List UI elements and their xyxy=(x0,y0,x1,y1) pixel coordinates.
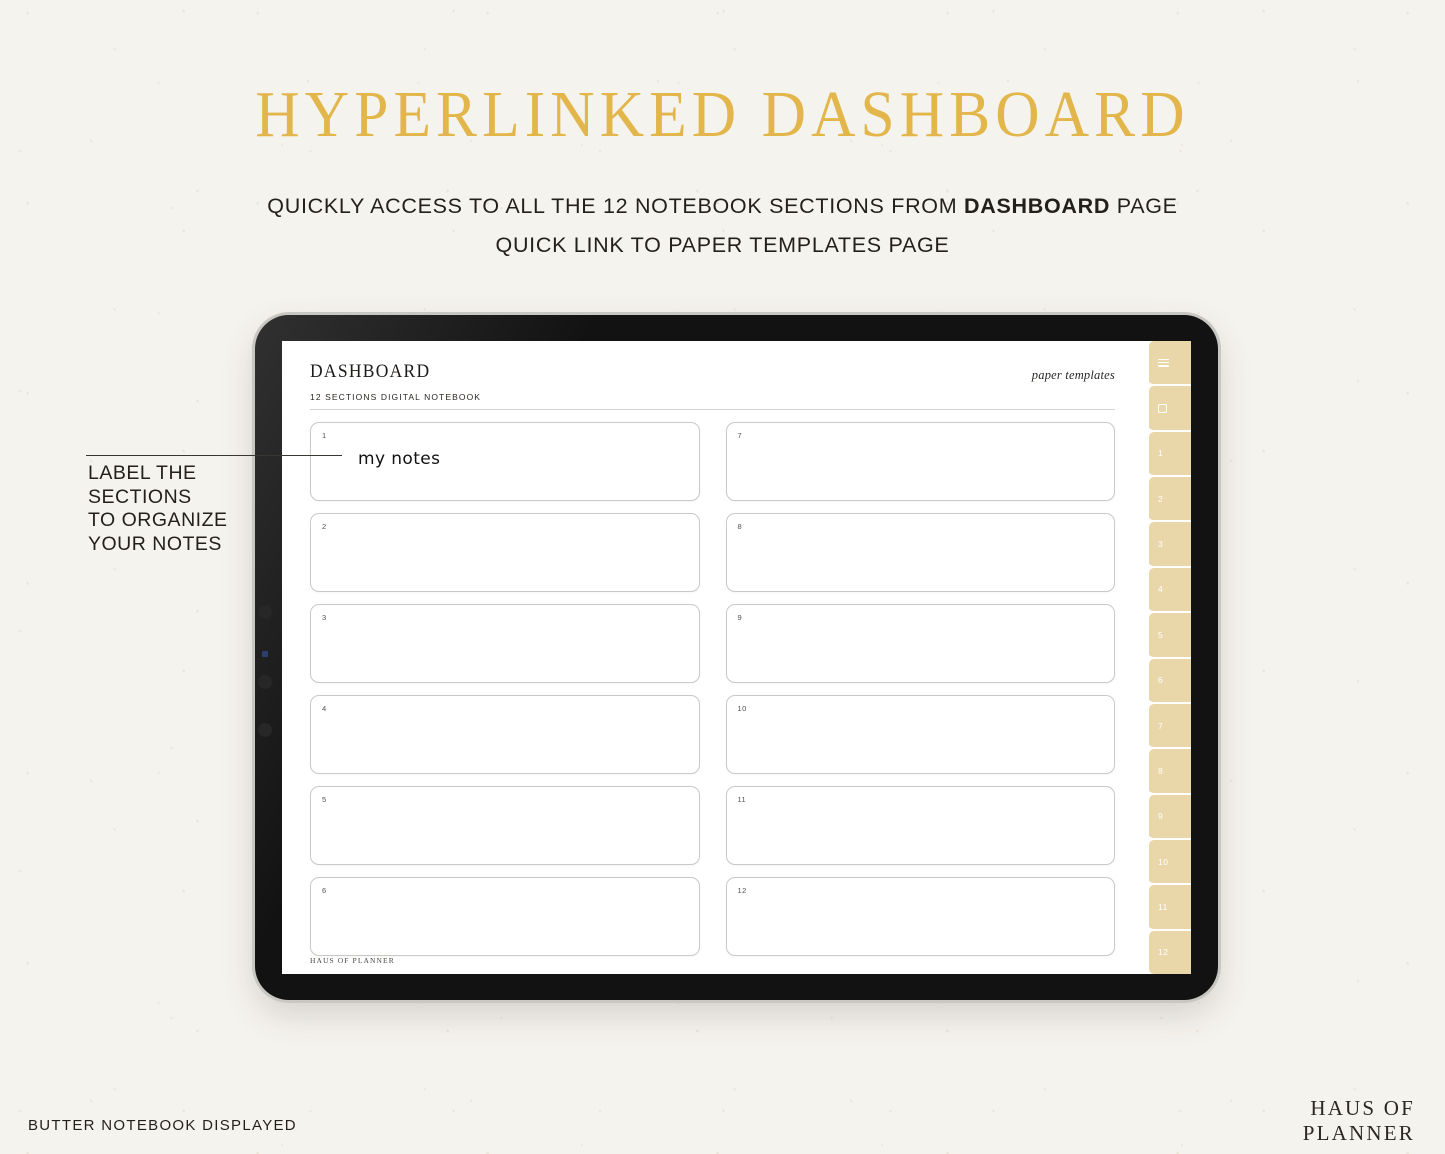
paper-templates-link[interactable]: paper templates xyxy=(1032,368,1115,383)
footer-note: BUTTER NOTEBOOK DISPLAYED xyxy=(28,1117,297,1134)
header-divider xyxy=(310,409,1115,410)
callout-leader-line xyxy=(86,455,342,456)
subtitle-line-1-post: PAGE xyxy=(1110,194,1178,218)
section-card[interactable]: 5 xyxy=(310,786,700,865)
section-card[interactable]: 12 xyxy=(725,877,1115,956)
notebook-footer-brand: HAUS OF PLANNER xyxy=(310,956,395,965)
section-number: 5 xyxy=(322,795,327,804)
section-card[interactable]: 1 my notes xyxy=(310,422,700,501)
section-card[interactable]: 2 xyxy=(310,513,700,592)
tab-section-7[interactable]: 7 xyxy=(1149,703,1191,750)
tab-section-4[interactable]: 4 xyxy=(1149,567,1191,614)
tablet-screen: DASHBOARD paper templates 12 SECTIONS DI… xyxy=(282,341,1191,974)
section-number: 9 xyxy=(737,613,743,622)
section-card[interactable]: 10 xyxy=(725,695,1115,774)
section-card[interactable]: 3 xyxy=(310,604,700,683)
section-card[interactable]: 8 xyxy=(725,513,1115,592)
bezel-speaker-dot-2 xyxy=(258,675,272,689)
section-card[interactable]: 4 xyxy=(310,695,700,774)
masthead: HYPERLINKED DASHBOARD QUICKLY ACCESS TO … xyxy=(0,0,1445,258)
tab-menu[interactable] xyxy=(1149,341,1191,387)
subtitle-line-1: QUICKLY ACCESS TO ALL THE 12 NOTEBOOK SE… xyxy=(0,194,1445,219)
section-tab-rail: 1 2 3 4 5 6 7 8 9 10 11 12 xyxy=(1143,341,1191,974)
section-number: 4 xyxy=(322,704,327,713)
hamburger-menu-icon xyxy=(1158,358,1169,367)
tab-section-10[interactable]: 10 xyxy=(1149,839,1191,886)
tab-section-3[interactable]: 3 xyxy=(1149,522,1191,568)
notebook-subtitle: 12 SECTIONS DIGITAL NOTEBOOK xyxy=(310,392,482,402)
notebook-header: DASHBOARD paper templates xyxy=(310,361,1115,383)
section-number: 6 xyxy=(322,886,327,895)
section-number: 7 xyxy=(737,431,743,440)
bezel-speaker-dot-3 xyxy=(258,723,272,737)
subtitle-line-2: QUICK LINK TO PAPER TEMPLATES PAGE xyxy=(495,233,950,257)
section-number: 12 xyxy=(737,886,747,895)
page-title: HYPERLINKED DASHBOARD xyxy=(255,78,1190,151)
bezel-sensor-icon xyxy=(262,651,268,657)
section-label[interactable]: my notes xyxy=(358,449,440,469)
section-card[interactable]: 9 xyxy=(725,604,1115,683)
tablet-device: DASHBOARD paper templates 12 SECTIONS DI… xyxy=(255,315,1218,1000)
notebook-title: DASHBOARD xyxy=(310,361,431,382)
tab-section-12[interactable]: 12 xyxy=(1149,930,1191,974)
bezel-speaker-dot-1 xyxy=(258,605,272,619)
section-number: 10 xyxy=(737,704,747,713)
tab-section-8[interactable]: 8 xyxy=(1149,749,1191,795)
brand-logo-line-1: HAUS OF xyxy=(1310,1096,1415,1120)
sections-grid: 1 my notes 7 2 8 3 9 4 10 5 11 6 12 xyxy=(310,422,1115,956)
section-number: 1 xyxy=(322,431,327,440)
brand-logo-line-2: PLANNER xyxy=(1302,1121,1415,1145)
tab-section-9[interactable]: 9 xyxy=(1149,794,1191,840)
section-card[interactable]: 7 xyxy=(725,422,1115,501)
section-card[interactable]: 11 xyxy=(725,786,1115,865)
tab-section-2[interactable]: 2 xyxy=(1149,477,1191,523)
tab-section-5[interactable]: 5 xyxy=(1149,613,1191,659)
callout-text: LABEL THE SECTIONS TO ORGANIZE YOUR NOTE… xyxy=(88,462,228,555)
section-number: 11 xyxy=(737,795,747,804)
subtitle-line-1-pre: QUICKLY ACCESS TO ALL THE 12 NOTEBOOK SE… xyxy=(267,194,965,218)
callout-annotation: LABEL THE SECTIONS TO ORGANIZE YOUR NOTE… xyxy=(88,462,303,556)
tab-section-1[interactable]: 1 xyxy=(1149,431,1191,478)
section-number: 2 xyxy=(322,522,327,531)
notebook-page: DASHBOARD paper templates 12 SECTIONS DI… xyxy=(282,341,1143,974)
tab-section-11[interactable]: 11 xyxy=(1149,885,1191,931)
dashboard-home-icon xyxy=(1158,403,1167,413)
tab-section-6[interactable]: 6 xyxy=(1149,658,1191,704)
subtitle-line-1-strong: DASHBOARD xyxy=(964,194,1111,218)
section-card[interactable]: 6 xyxy=(310,877,700,956)
section-number: 8 xyxy=(737,522,743,531)
section-number: 3 xyxy=(322,613,327,622)
brand-logo: HAUS OF PLANNER xyxy=(1303,1096,1415,1146)
tab-dashboard[interactable] xyxy=(1149,386,1191,432)
